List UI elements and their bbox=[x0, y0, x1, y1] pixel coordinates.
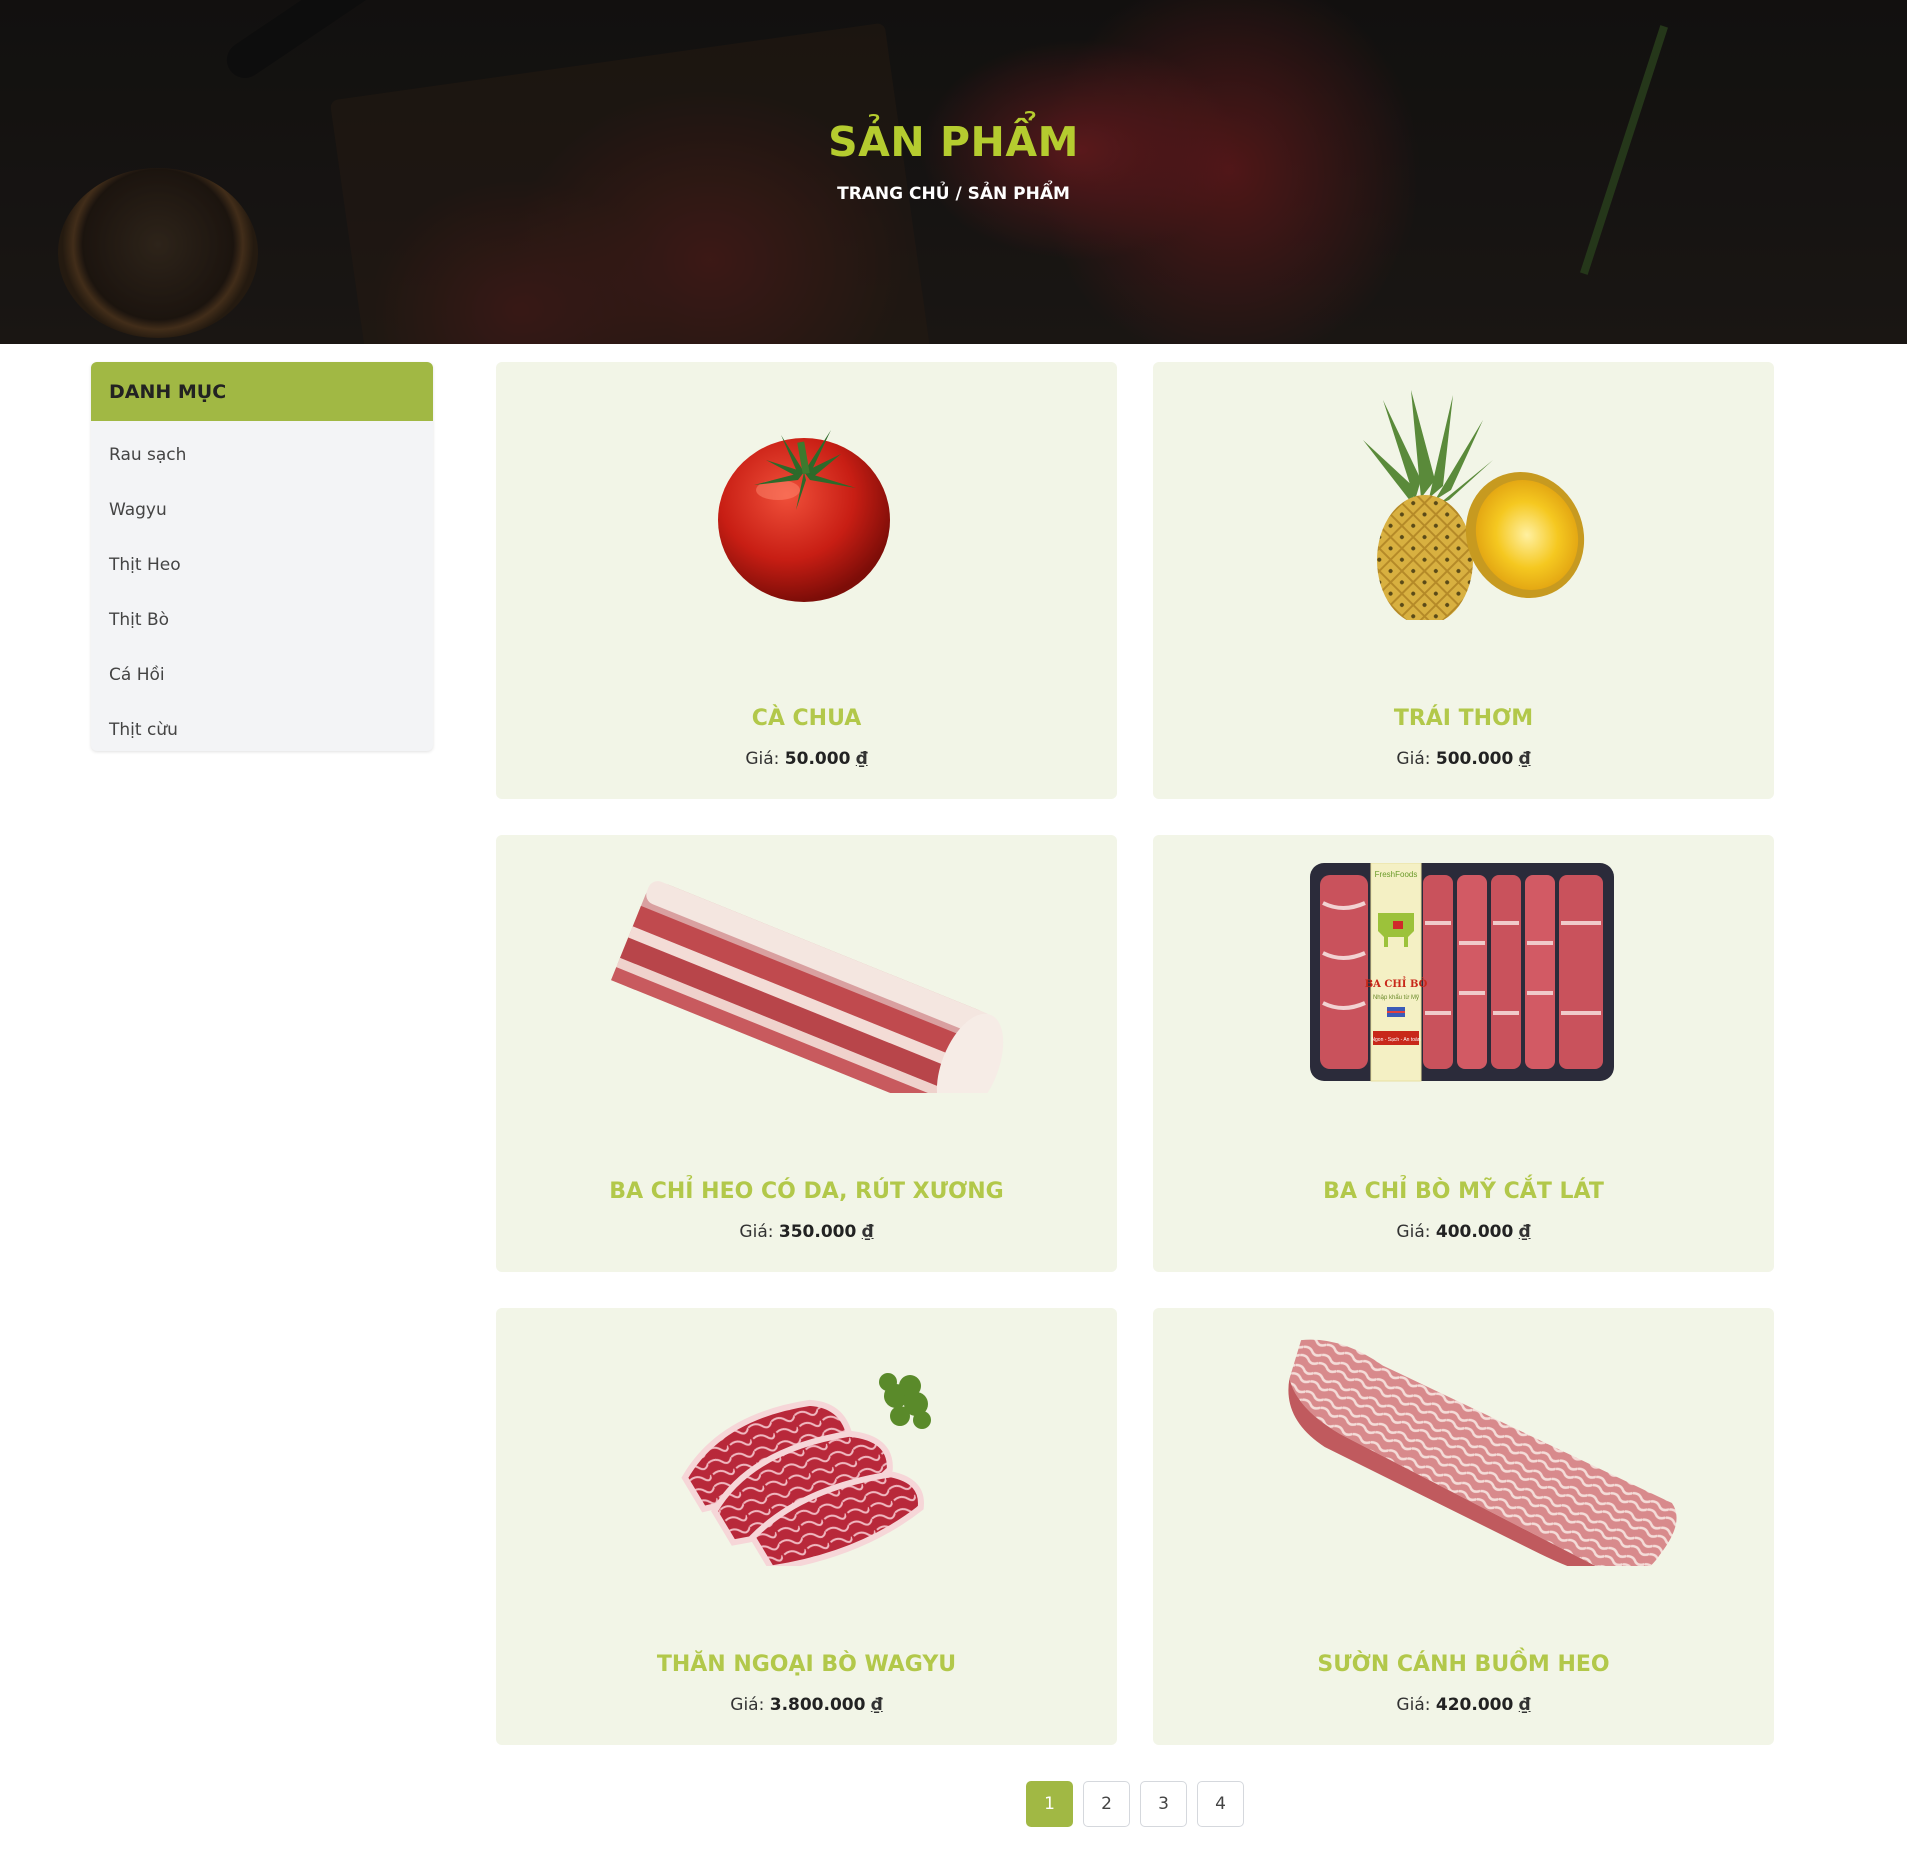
product-name[interactable]: THĂN NGOẠI BÒ WAGYU bbox=[496, 1652, 1117, 1677]
product-price: Giá: 50.000 ₫ bbox=[745, 749, 868, 769]
breadcrumb-separator: / bbox=[949, 184, 968, 204]
product-image[interactable]: FreshFoods BA CHỈ BÒ Nhập khẩu từ Mỹ Ngo… bbox=[1153, 863, 1774, 1093]
product-card[interactable]: SƯỜN CÁNH BUỒM HEO Giá: 420.000 ₫ bbox=[1153, 1308, 1774, 1745]
page-title: SẢN PHẨM bbox=[828, 118, 1079, 166]
product-name[interactable]: CÀ CHUA bbox=[496, 706, 1117, 731]
category-heading: DANH MỤC bbox=[91, 362, 433, 421]
page-button-2[interactable]: 2 bbox=[1083, 1781, 1130, 1827]
product-image[interactable] bbox=[496, 1336, 1117, 1566]
category-sidebar: DANH MỤC Rau sạch Wagyu Thịt Heo Thịt Bò… bbox=[91, 362, 433, 751]
pork-ribs-image bbox=[1288, 1339, 1677, 1566]
product-image[interactable] bbox=[1153, 1336, 1774, 1566]
product-image[interactable] bbox=[1153, 390, 1774, 620]
product-price: Giá: 420.000 ₫ bbox=[1396, 1695, 1531, 1715]
page-button-1[interactable]: 1 bbox=[1026, 1781, 1073, 1827]
product-card[interactable]: CÀ CHUA Giá: 50.000 ₫ bbox=[496, 362, 1117, 799]
package-label: BA CHỈ BÒ bbox=[1365, 977, 1428, 990]
category-item-wagyu[interactable]: Wagyu bbox=[91, 482, 433, 537]
product-name[interactable]: SƯỜN CÁNH BUỒM HEO bbox=[1153, 1652, 1774, 1677]
product-card[interactable]: TRÁI THƠM Giá: 500.000 ₫ bbox=[1153, 362, 1774, 799]
product-card[interactable]: FreshFoods BA CHỈ BÒ Nhập khẩu từ Mỹ Ngo… bbox=[1153, 835, 1774, 1272]
category-item-thit-bo[interactable]: Thịt Bò bbox=[91, 592, 433, 647]
page-button-4[interactable]: 4 bbox=[1197, 1781, 1244, 1827]
product-image[interactable] bbox=[496, 390, 1117, 620]
product-image[interactable] bbox=[496, 863, 1117, 1093]
category-list: Rau sạch Wagyu Thịt Heo Thịt Bò Cá Hồi T… bbox=[91, 421, 433, 751]
product-name[interactable]: TRÁI THƠM bbox=[1153, 706, 1774, 731]
tomato-image bbox=[718, 430, 890, 602]
product-card[interactable]: THĂN NGOẠI BÒ WAGYU Giá: 3.800.000 ₫ bbox=[496, 1308, 1117, 1745]
package-tagline: Ngon - Sạch - An toàn bbox=[1371, 1037, 1420, 1043]
pagination: 1 2 3 4 bbox=[1026, 1781, 1244, 1827]
product-card[interactable]: BA CHỈ HEO CÓ DA, RÚT XƯƠNG Giá: 350.000… bbox=[496, 835, 1117, 1272]
pineapple-image bbox=[1363, 390, 1585, 620]
package-sub: Nhập khẩu từ Mỹ bbox=[1373, 994, 1419, 1001]
product-name[interactable]: BA CHỈ HEO CÓ DA, RÚT XƯƠNG bbox=[496, 1179, 1117, 1204]
category-item-thit-heo[interactable]: Thịt Heo bbox=[91, 537, 433, 592]
package-brand: FreshFoods bbox=[1375, 870, 1418, 879]
category-item-thit-cuu[interactable]: Thịt cừu bbox=[91, 702, 433, 751]
breadcrumb: TRANG CHỦ / SẢN PHẨM bbox=[0, 184, 1907, 204]
hero-banner: SẢN PHẨM TRANG CHỦ / SẢN PHẨM bbox=[0, 0, 1907, 344]
product-price: Giá: 350.000 ₫ bbox=[739, 1222, 874, 1242]
wagyu-steak-image bbox=[681, 1373, 931, 1566]
page-button-3[interactable]: 3 bbox=[1140, 1781, 1187, 1827]
pork-belly-image bbox=[611, 881, 1004, 1093]
product-price: Giá: 400.000 ₫ bbox=[1396, 1222, 1531, 1242]
breadcrumb-home-link[interactable]: TRANG CHỦ bbox=[837, 184, 949, 204]
category-item-rau-sach[interactable]: Rau sạch bbox=[91, 427, 433, 482]
sliced-beef-tray-image: FreshFoods BA CHỈ BÒ Nhập khẩu từ Mỹ Ngo… bbox=[1310, 863, 1614, 1082]
product-price: Giá: 500.000 ₫ bbox=[1396, 749, 1531, 769]
breadcrumb-current: SẢN PHẨM bbox=[967, 184, 1070, 204]
product-price: Giá: 3.800.000 ₫ bbox=[730, 1695, 883, 1715]
product-name[interactable]: BA CHỈ BÒ MỸ CẮT LÁT bbox=[1153, 1179, 1774, 1204]
category-item-ca-hoi[interactable]: Cá Hồi bbox=[91, 647, 433, 702]
